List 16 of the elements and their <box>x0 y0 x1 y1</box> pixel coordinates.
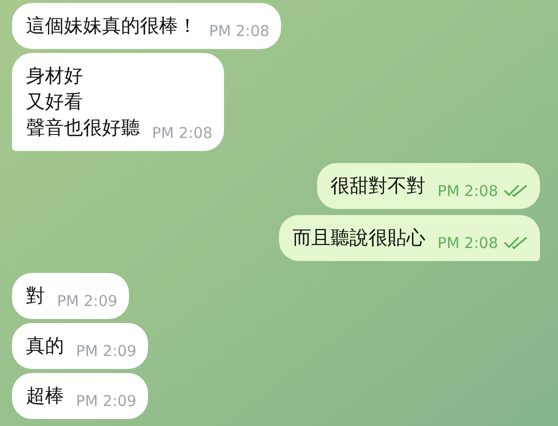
message-text: 又好看 <box>26 90 83 115</box>
message-time: PM 2:08 <box>152 123 212 143</box>
message-text: 這個妹妹真的很棒！ <box>26 14 197 39</box>
message-text: 而且聽說很貼心 <box>292 226 426 251</box>
message-text: 身材好 <box>26 64 83 89</box>
message-time: PM 2:08 <box>209 21 270 41</box>
message-text: 對 <box>26 284 45 309</box>
message-time: PM 2:09 <box>76 391 136 411</box>
message-text: 聲音也很好聽 <box>26 116 140 141</box>
message-time: PM 2:09 <box>76 341 136 361</box>
message-text: 很甜對不對 <box>330 174 426 199</box>
message-time: PM 2:09 <box>57 291 118 311</box>
message-time: PM 2:08 <box>438 181 498 201</box>
message-time: PM 2:08 <box>438 233 498 253</box>
message-text: 超棒 <box>26 384 64 409</box>
message-text: 真的 <box>26 334 64 359</box>
